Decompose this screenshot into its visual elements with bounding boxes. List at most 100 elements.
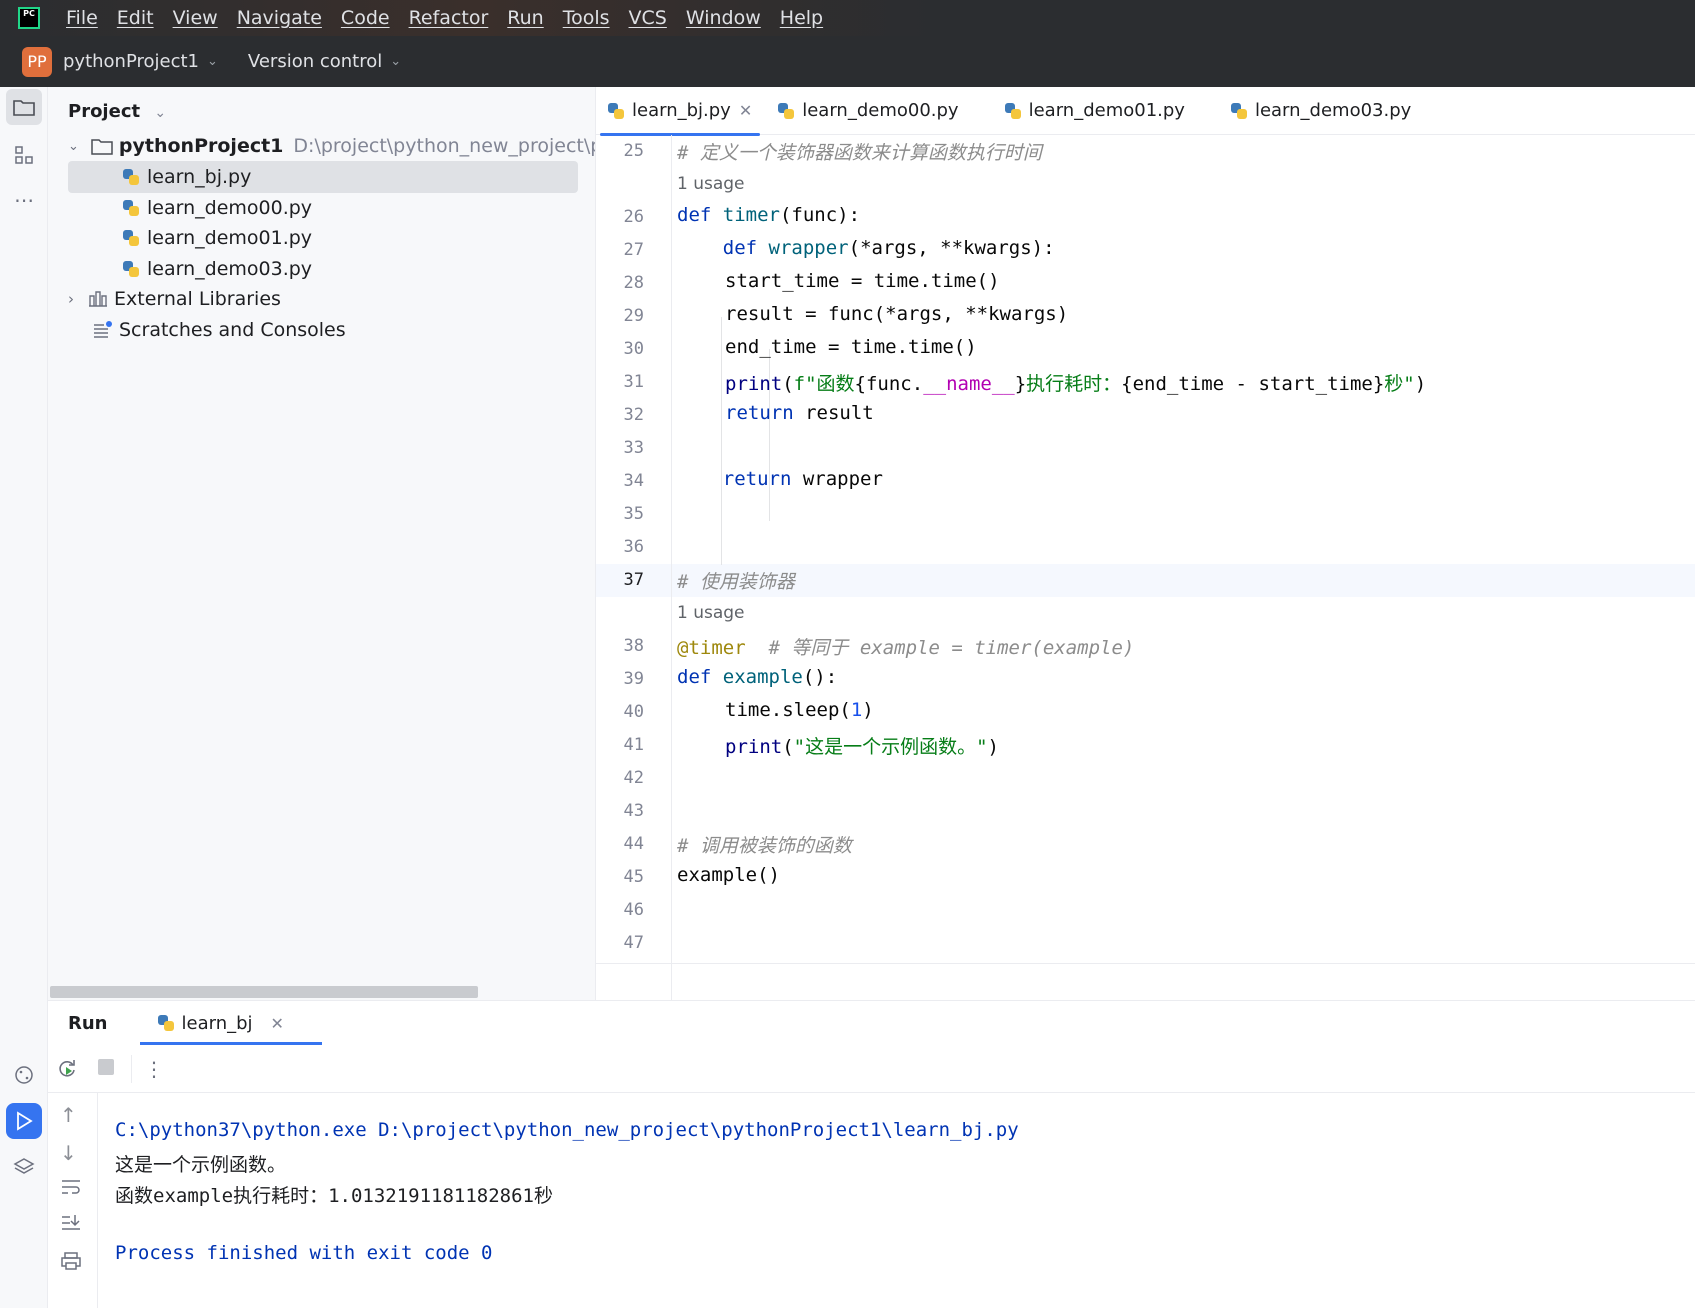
menu-run[interactable]: Run	[507, 7, 543, 29]
console-command-line: C:\python37\python.exe D:\project\python…	[115, 1119, 1019, 1141]
root-folder-path: D:\project\python_new_project\p	[293, 135, 603, 157]
code-token: wrapper	[791, 468, 883, 490]
tab-label: learn_demo00.py	[802, 100, 959, 121]
structure-icon[interactable]	[6, 137, 42, 173]
code-line-26[interactable]: def timer(func):	[677, 204, 860, 226]
menu-vcs[interactable]: VCS	[629, 7, 667, 29]
code-token: timer	[722, 204, 780, 226]
code-token: }	[1014, 373, 1027, 395]
code-token: (	[782, 736, 794, 758]
tree-external-libraries[interactable]: › External Libraries	[68, 283, 281, 315]
left-tool-strip: ⋯	[0, 87, 48, 1308]
tree-scratches[interactable]: Scratches and Consoles	[93, 314, 346, 346]
line-number: 47	[623, 933, 644, 953]
code-line-34[interactable]: return wrapper	[677, 468, 883, 490]
code-token: __name__	[923, 373, 1015, 395]
tree-file-learn-demo00[interactable]: learn_demo00.py	[121, 192, 312, 224]
menu-window[interactable]: Window	[686, 7, 761, 29]
code-line-39[interactable]: def example():	[677, 666, 837, 688]
chevron-right-icon[interactable]: ›	[68, 290, 74, 308]
menu-tools[interactable]: Tools	[563, 7, 610, 29]
version-control-menu[interactable]: Version control	[248, 51, 382, 72]
close-icon[interactable]: ✕	[739, 101, 752, 120]
more-options-icon[interactable]: ⋮	[144, 1057, 164, 1081]
code-token: @timer	[677, 637, 746, 659]
menu-help[interactable]: Help	[780, 7, 823, 29]
line-number: 28	[623, 273, 644, 293]
tab-label: learn_demo03.py	[1254, 100, 1412, 121]
print-icon[interactable]	[60, 1251, 82, 1276]
code-line-25[interactable]: # 定义一个装饰器函数来计算函数执行时间	[677, 138, 1042, 165]
tree-file-learn-bj[interactable]: learn_bj.py	[68, 161, 578, 193]
run-toolbar: ⋮	[48, 1045, 1695, 1093]
code-line-31[interactable]: print(f"函数{func.__name__}执行耗时：{end_time …	[725, 369, 1426, 396]
code-line-45[interactable]: example()	[677, 864, 780, 886]
code-line-38[interactable]: @timer # 等同于 example = timer(example)	[677, 633, 1134, 660]
usage-hint[interactable]: 1 usage	[677, 174, 745, 194]
tree-file-learn-demo03[interactable]: learn_demo03.py	[121, 253, 312, 285]
project-switcher[interactable]: pythonProject1	[63, 51, 199, 72]
line-number: 44	[623, 834, 644, 854]
file-name: learn_demo03.py	[147, 258, 313, 280]
layers-icon[interactable]	[6, 1149, 42, 1185]
project-folder-icon[interactable]	[6, 89, 42, 125]
python-file-icon	[121, 198, 141, 218]
chevron-down-icon[interactable]: ⌄	[154, 105, 166, 121]
more-tools-icon[interactable]: ⋯	[6, 182, 42, 218]
code-token: 执行耗时：	[1026, 373, 1122, 395]
code-line-40[interactable]: time.sleep(1)	[725, 699, 874, 721]
run-tool-icon[interactable]	[6, 1103, 42, 1139]
code-line-32[interactable]: return result	[725, 402, 874, 424]
project-panel-header[interactable]: Project ⌄	[68, 101, 166, 122]
python-console-icon[interactable]	[6, 1057, 42, 1093]
code-line-37[interactable]: # 使用装饰器	[677, 567, 795, 594]
code-line-30[interactable]: end_time = time.time()	[725, 336, 977, 358]
close-icon[interactable]: ✕	[271, 1014, 284, 1033]
indent-guide	[721, 317, 722, 565]
scroll-to-end-icon[interactable]	[60, 1213, 82, 1238]
code-token: return	[725, 402, 794, 424]
code-line-41[interactable]: print("这是一个示例函数。")	[725, 732, 999, 759]
tab-learn-bj[interactable]: learn_bj.py ✕	[596, 87, 764, 136]
menu-navigate[interactable]: Navigate	[237, 7, 322, 29]
horizontal-scrollbar[interactable]	[50, 986, 478, 998]
arrow-up-icon[interactable]: ↑	[60, 1103, 77, 1127]
code-token: ():	[802, 666, 838, 688]
soft-wrap-icon[interactable]	[60, 1177, 82, 1202]
arrow-down-icon[interactable]: ↓	[60, 1141, 77, 1165]
tree-file-learn-demo01[interactable]: learn_demo01.py	[121, 222, 312, 254]
chevron-down-icon[interactable]: ⌄	[207, 54, 218, 69]
code-line-28[interactable]: start_time = time.time()	[725, 270, 1000, 292]
tab-learn-demo01[interactable]: learn_demo01.py	[991, 87, 1197, 135]
python-file-icon	[121, 167, 141, 187]
menu-edit[interactable]: Edit	[117, 7, 154, 29]
tab-learn-demo00[interactable]: learn_demo00.py	[764, 87, 970, 135]
python-file-icon	[121, 259, 141, 279]
menu-file[interactable]: File	[66, 7, 98, 29]
line-number: 43	[623, 801, 644, 821]
tab-label: learn_demo01.py	[1028, 100, 1185, 121]
code-line-27[interactable]: def wrapper(*args, **kwargs):	[677, 237, 1055, 259]
code-token: )	[1414, 373, 1427, 395]
menu-code[interactable]: Code	[341, 7, 390, 29]
code-line-29[interactable]: result = func(*args, **kwargs)	[725, 303, 1068, 325]
python-file-icon	[121, 228, 141, 248]
tab-learn-demo03[interactable]: learn_demo03.py	[1217, 87, 1423, 135]
menu-refactor[interactable]: Refactor	[409, 7, 489, 29]
code-token: (func):	[779, 204, 861, 226]
pycharm-logo-icon[interactable]: PC	[18, 7, 40, 29]
tree-root-project[interactable]: ⌄ pythonProject1 D:\project\python_new_p…	[68, 130, 602, 162]
menu-view[interactable]: View	[173, 7, 218, 29]
project-badge[interactable]: PP	[22, 46, 52, 77]
code-token: return	[722, 468, 792, 490]
project-panel: Project ⌄ ⌄ pythonProject1 D:\project\py…	[48, 87, 602, 1000]
chevron-down-icon[interactable]: ⌄	[390, 54, 401, 69]
rerun-icon[interactable]	[56, 1057, 78, 1084]
usage-hint[interactable]: 1 usage	[677, 603, 745, 623]
chevron-down-icon[interactable]: ⌄	[68, 139, 79, 154]
code-line-44[interactable]: # 调用被装饰的函数	[677, 831, 852, 858]
line-number: 39	[623, 669, 644, 689]
run-tab-learn-bj[interactable]: learn_bj ✕	[139, 1001, 323, 1045]
code-token: (*args, **kwargs):	[848, 237, 1055, 259]
stop-icon[interactable]	[96, 1057, 116, 1082]
